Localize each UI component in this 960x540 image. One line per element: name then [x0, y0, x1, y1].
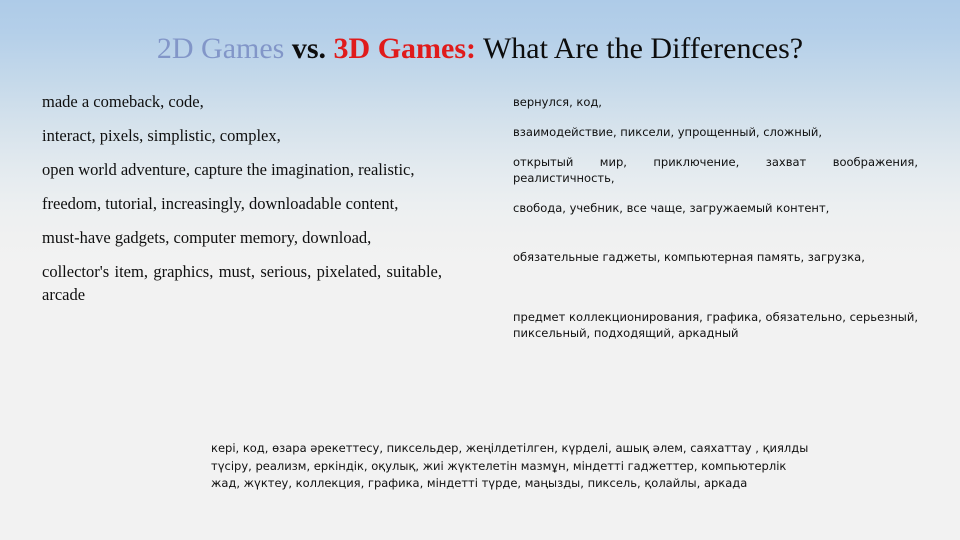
right-paragraph: обязательные гаджеты, компьютерная памят… — [513, 250, 865, 264]
left-paragraph: must-have gadgets, computer memory, down… — [42, 228, 372, 247]
right-paragraph: свобода, учебник, все чаще, загружаемый … — [513, 201, 830, 215]
slide-title: 2D Games vs. 3D Games: What Are the Diff… — [0, 30, 960, 68]
title-part-3d: 3D Games: — [333, 32, 477, 65]
left-paragraph: interact, pixels, simplistic, complex, — [42, 126, 281, 145]
left-paragraph: made a comeback, code, — [42, 92, 204, 111]
left-paragraph: open world adventure, capture the imagin… — [42, 160, 415, 179]
left-paragraph: freedom, tutorial, increasingly, downloa… — [42, 194, 399, 213]
title-part-rest: What Are the Differences? — [476, 32, 804, 65]
slide-canvas: 2D Games vs. 3D Games: What Are the Diff… — [0, 0, 960, 540]
left-column-english: made a comeback, code, interact, pixels,… — [42, 90, 442, 306]
title-part-2d: 2D Games — [156, 32, 285, 65]
bottom-paragraph: кері, код, өзара әрекеттесу, пиксельдер,… — [211, 441, 809, 490]
left-paragraph: collector's item, graphics, must, seriou… — [42, 262, 442, 304]
right-column-russian: вернулся, код, взаимодействие, пиксели, … — [513, 94, 918, 341]
bottom-block-kazakh: кері, код, өзара әрекеттесу, пиксельдер,… — [211, 440, 811, 493]
right-paragraph: вернулся, код, — [513, 95, 602, 109]
right-paragraph: предмет коллекционирования, графика, обя… — [513, 310, 918, 340]
right-paragraph: взаимодействие, пиксели, упрощенный, сло… — [513, 125, 823, 139]
title-part-vs: vs. — [284, 32, 334, 65]
right-paragraph: открытый мир, приключение, захват вообра… — [513, 155, 918, 185]
